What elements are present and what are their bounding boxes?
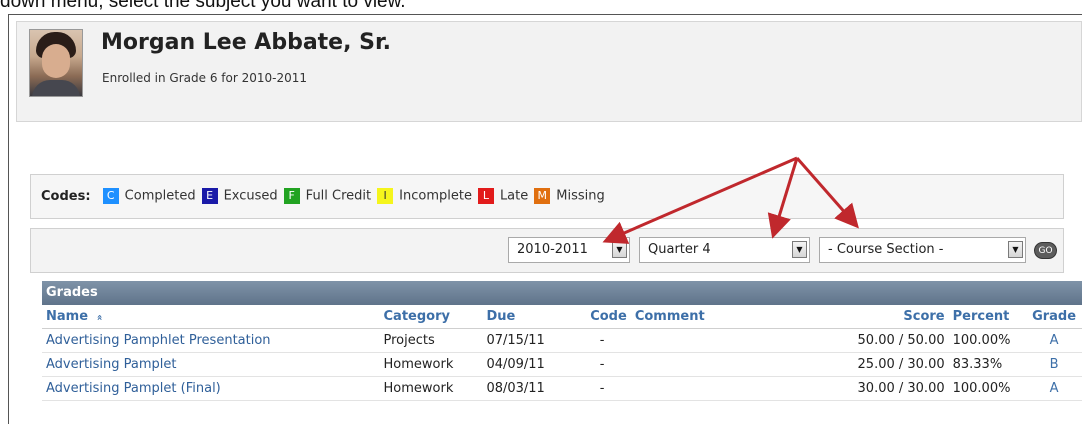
annotation-arrow (795, 157, 859, 229)
annotation-arrows (602, 156, 859, 244)
annotation-arrow (767, 157, 799, 239)
annotation-arrow (602, 156, 798, 244)
